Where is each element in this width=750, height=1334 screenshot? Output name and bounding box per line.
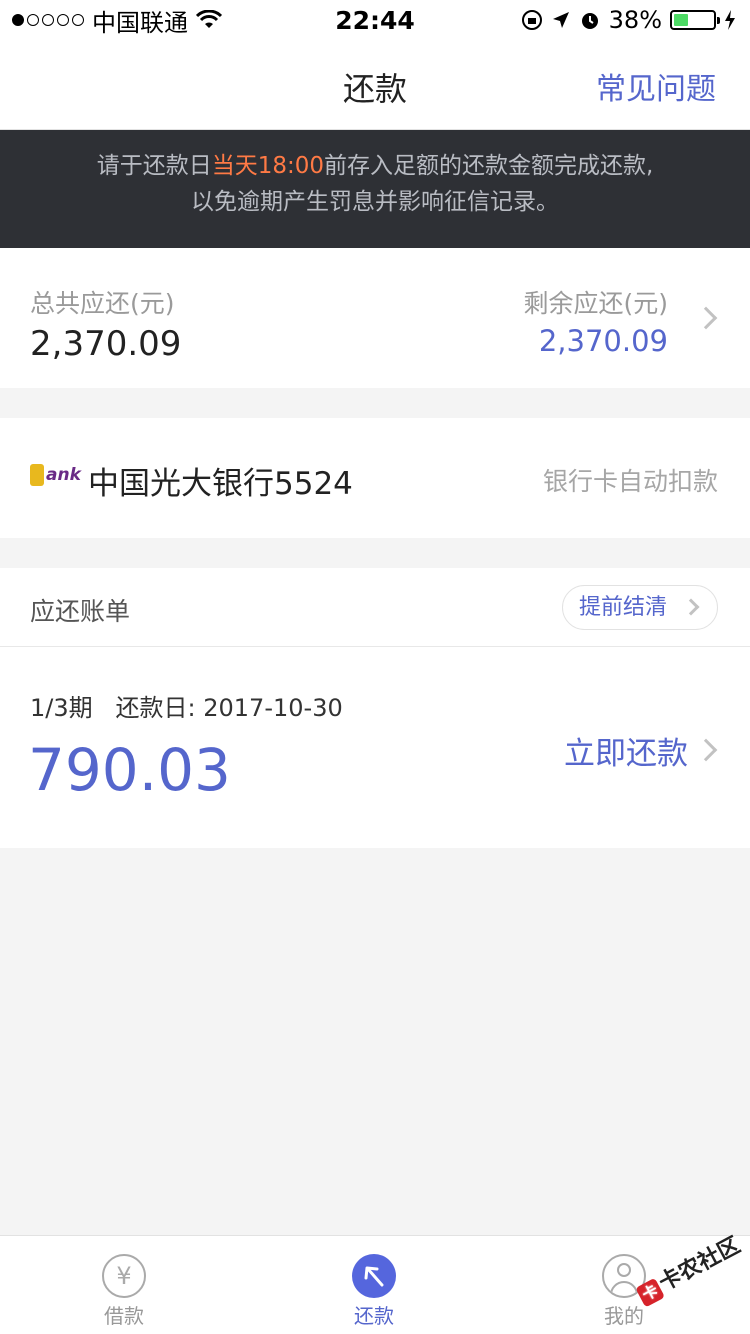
notice-line-2: 以免逾期产生罚息并影响征信记录。 — [191, 189, 559, 215]
early-settle-button[interactable]: 提前结清 — [562, 585, 718, 630]
due-date-label: 还款日: — [115, 694, 196, 722]
repay-arrow-icon — [352, 1254, 396, 1298]
tab-borrow-label: 借款 — [104, 1304, 144, 1328]
tab-repay-label: 还款 — [354, 1304, 394, 1328]
bank-logo-text: ank — [46, 465, 81, 485]
auto-debit-label: 银行卡自动扣款 — [542, 467, 718, 496]
faq-link[interactable]: 常见问题 — [596, 64, 716, 108]
tab-borrow[interactable]: ¥ 借款 — [64, 1236, 184, 1334]
total-due-value: 2,370.09 — [30, 324, 182, 364]
nav-bar: 还款 常见问题 — [0, 40, 750, 130]
notice-suffix: 前存入足额的还款金额完成还款, — [323, 153, 654, 179]
tab-mine-label: 我的 — [604, 1304, 644, 1328]
remaining-due-value: 2,370.09 — [538, 324, 668, 358]
due-date-value: 2017-10-30 — [203, 694, 343, 722]
bank-card-row[interactable]: ank 中国光大银行5524 银行卡自动扣款 — [0, 418, 750, 538]
rotation-lock-icon — [521, 10, 542, 30]
tab-repay[interactable]: 还款 — [314, 1236, 434, 1334]
status-right: 38% — [521, 6, 736, 34]
location-icon — [552, 12, 569, 28]
bank-logo: ank — [30, 464, 81, 486]
chevron-right-icon — [694, 738, 718, 762]
repayment-notice: 请于还款日当天18:00前存入足额的还款金额完成还款, 以免逾期产生罚息并影响征… — [0, 130, 750, 248]
bill-title: 应还账单 — [30, 597, 131, 626]
bank-name: 中国光大银行5524 — [88, 466, 353, 502]
total-due-label: 总共应还(元) — [30, 289, 175, 318]
bill-amount: 790.03 — [28, 736, 231, 804]
chevron-right-icon — [694, 306, 718, 330]
remaining-due-label: 剩余应还(元) — [523, 289, 668, 318]
alarm-icon — [581, 13, 598, 29]
notice-highlight: 当天18:00 — [211, 153, 324, 179]
charging-icon — [725, 10, 735, 30]
yen-icon: ¥ — [102, 1254, 146, 1298]
bill-period-info: 1/3期 还款日: 2017-10-30 — [30, 688, 343, 723]
early-settle-label: 提前结清 — [579, 595, 668, 620]
pay-now-button[interactable]: 立即还款 — [564, 728, 688, 773]
chevron-right-icon — [682, 598, 700, 616]
period-label: 1/3期 — [30, 694, 93, 722]
repayment-summary[interactable]: 总共应还(元) 2,370.09 剩余应还(元) 2,370.09 — [0, 248, 750, 388]
notice-line-1: 请于还款日当天18:00前存入足额的还款金额完成还款, — [0, 148, 750, 184]
bill-section: 应还账单 提前结清 1/3期 还款日: 2017-10-30 790.03 立即… — [0, 568, 750, 848]
notice-prefix: 请于还款日 — [96, 153, 212, 179]
bill-header: 应还账单 提前结清 — [0, 568, 750, 647]
battery-percent: 38% — [608, 6, 662, 34]
status-bar: 中国联通 22:44 38% — [0, 0, 750, 40]
battery-icon — [670, 10, 720, 30]
